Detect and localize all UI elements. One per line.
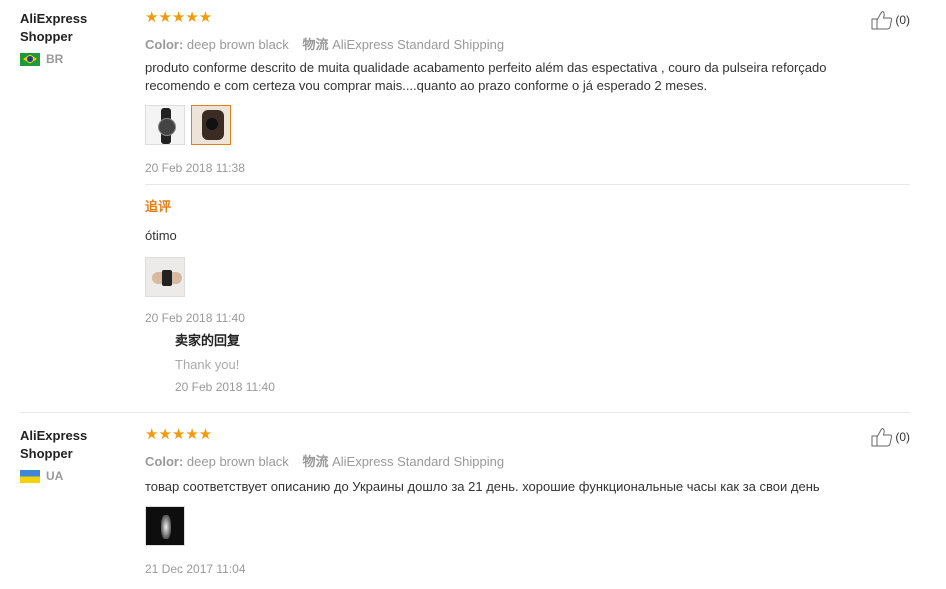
reviewer-name: AliExpress Shopper <box>20 11 88 44</box>
review-date: 21 Dec 2017 11:04 <box>145 562 246 576</box>
helpful-button[interactable]: (0) <box>871 427 910 447</box>
additional-review-label: 追评 <box>145 199 172 214</box>
additional-review-text: ótimo <box>145 228 177 243</box>
color-label: Color: <box>145 454 184 469</box>
review-date: 20 Feb 2018 11:38 <box>145 161 245 175</box>
reviewer-info: AliExpress Shopper BR <box>20 10 130 66</box>
additional-review: 追评 ótimo 20 Feb 2018 11:40 <box>145 196 915 325</box>
shipping-label: 物流 <box>302 37 329 52</box>
seller-reply: 卖家的回复 Thank you! 20 Feb 2018 11:40 <box>175 330 275 394</box>
country-code: UA <box>46 469 64 483</box>
seller-reply-label: 卖家的回复 <box>175 333 241 348</box>
additional-review-date: 20 Feb 2018 11:40 <box>145 311 245 325</box>
reviewer-info: AliExpress Shopper UA <box>20 427 130 483</box>
thumbs-up-icon <box>871 11 893 30</box>
helpful-count: (0) <box>895 13 910 27</box>
review-photos <box>145 506 915 546</box>
shipping-label: 物流 <box>302 454 329 469</box>
helpful-count: (0) <box>895 430 910 444</box>
order-info: Color: deep brown black 物流 AliExpress St… <box>145 451 915 470</box>
color-value: deep brown black <box>186 454 289 469</box>
brazil-flag-icon <box>20 52 40 66</box>
thumbs-up-icon <box>871 428 893 447</box>
seller-reply-date: 20 Feb 2018 11:40 <box>175 380 275 394</box>
review-photos <box>145 105 915 145</box>
country-code: BR <box>46 52 64 66</box>
star-rating: ★★★★★ <box>145 9 213 26</box>
reviewer-country: BR <box>20 52 130 66</box>
ukraine-flag-icon <box>20 469 40 483</box>
seller-reply-text: Thank you! <box>175 357 240 372</box>
star-rating: ★★★★★ <box>145 426 213 443</box>
divider <box>145 184 910 185</box>
helpful-button[interactable]: (0) <box>871 10 910 30</box>
review-text: товар соответствует описанию до Украины … <box>145 479 820 494</box>
shipping-value: AliExpress Standard Shipping <box>332 37 505 52</box>
review-photo-thumbnail[interactable] <box>191 105 231 145</box>
shipping-value: AliExpress Standard Shipping <box>332 454 505 469</box>
color-label: Color: <box>145 37 184 52</box>
review-photo-thumbnail[interactable] <box>145 506 185 546</box>
review-photo-thumbnail[interactable] <box>145 105 185 145</box>
review-photo-thumbnail[interactable] <box>145 257 185 297</box>
reviewer-name: AliExpress Shopper <box>20 428 88 461</box>
review-divider <box>20 412 910 413</box>
order-info: Color: deep brown black 物流 AliExpress St… <box>145 34 915 53</box>
review-text: produto conforme descrito de muita quali… <box>145 60 827 93</box>
color-value: deep brown black <box>186 37 289 52</box>
reviewer-country: UA <box>20 469 130 483</box>
additional-photos <box>145 257 915 297</box>
